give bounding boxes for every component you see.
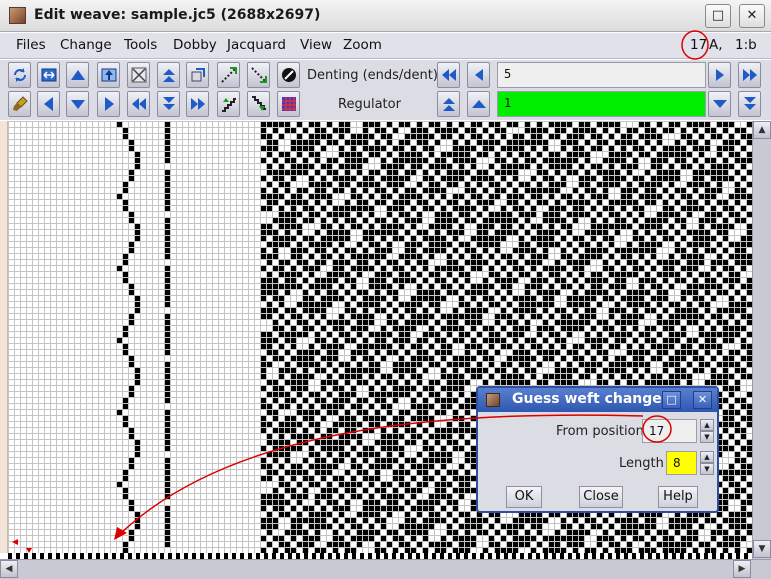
help-button[interactable]: Help xyxy=(658,486,698,508)
from-position-label: From position xyxy=(556,424,644,439)
regulator-down-icon[interactable] xyxy=(708,91,731,117)
maximize-button[interactable]: □ xyxy=(705,4,731,28)
toolbar: Denting (ends/dent) 5 Regulator 1 xyxy=(0,60,771,120)
regulator-up-icon[interactable] xyxy=(467,91,490,117)
length-up-icon[interactable]: ▲ xyxy=(700,451,714,463)
stairs-up-icon[interactable] xyxy=(217,91,240,117)
close-button[interactable]: ✕ xyxy=(739,4,765,28)
diagonal-left-icon[interactable] xyxy=(247,62,270,88)
length-input[interactable]: 8 xyxy=(666,451,697,475)
dialog-title-bar[interactable]: Guess weft change □ ✕ xyxy=(478,388,717,412)
diagonal-right-icon[interactable] xyxy=(217,62,240,88)
previous-dent-icon[interactable] xyxy=(467,62,490,88)
menu-jacquard[interactable]: Jacquard xyxy=(227,37,286,53)
expand-up-icon[interactable] xyxy=(97,62,120,88)
scroll-left-icon[interactable]: ◀ xyxy=(0,560,18,578)
scroll-up-icon[interactable]: ▲ xyxy=(753,121,771,139)
regulator-input[interactable]: 1 xyxy=(497,91,706,117)
guess-weft-change-dialog: Guess weft change □ ✕ From position 17 ▲… xyxy=(476,386,719,513)
left-ruler xyxy=(0,121,8,553)
stairs-down-icon[interactable] xyxy=(247,91,270,117)
window-title: Edit weave: sample.jc5 (2688x2697) xyxy=(34,7,321,23)
next-dent-icon[interactable] xyxy=(708,62,731,88)
app-icon xyxy=(9,7,26,24)
scroll-right-icon[interactable]: ▶ xyxy=(733,560,751,578)
regulator-first-icon[interactable] xyxy=(437,91,460,117)
refresh-icon[interactable] xyxy=(8,62,31,88)
menu-tools[interactable]: Tools xyxy=(124,37,157,53)
arrow-down-icon[interactable] xyxy=(66,91,89,117)
horizontal-scrollbar[interactable]: ◀ ▶ xyxy=(0,559,771,579)
menu-zoom[interactable]: Zoom xyxy=(343,37,382,53)
last-dent-icon[interactable] xyxy=(738,62,761,88)
length-label: Length xyxy=(619,456,664,471)
double-down-icon[interactable] xyxy=(157,91,180,117)
dialog-title: Guess weft change xyxy=(512,391,662,407)
regulator-label: Regulator xyxy=(338,97,401,112)
menu-view[interactable]: View xyxy=(300,37,332,53)
clear-grid-icon[interactable] xyxy=(127,62,150,88)
double-up-icon[interactable] xyxy=(157,62,180,88)
scroll-down-icon[interactable]: ▼ xyxy=(753,540,771,558)
brush-icon[interactable] xyxy=(8,91,31,117)
from-position-input[interactable]: 17 xyxy=(642,419,697,443)
dialog-close-action-button[interactable]: Close xyxy=(579,486,623,508)
denting-input[interactable]: 5 xyxy=(497,62,706,88)
dialog-maximize-button[interactable]: □ xyxy=(662,391,681,409)
shuffle-icon[interactable] xyxy=(186,62,209,88)
regulator-last-icon[interactable] xyxy=(738,91,761,117)
from-position-up-icon[interactable]: ▲ xyxy=(700,419,714,431)
dialog-app-icon xyxy=(486,393,500,407)
double-right-icon[interactable] xyxy=(186,91,209,117)
title-bar: Edit weave: sample.jc5 (2688x2697) □ ✕ xyxy=(0,0,771,32)
menu-bar: Files Change Tools Dobby Jacquard View Z… xyxy=(0,33,771,59)
menu-change[interactable]: Change xyxy=(60,37,112,53)
menu-dobby[interactable]: Dobby xyxy=(173,37,217,53)
status-position: 17 xyxy=(690,37,708,53)
double-left-icon[interactable] xyxy=(127,91,150,117)
color-grid-icon[interactable] xyxy=(277,91,300,117)
status-scale: 1:b xyxy=(735,37,757,53)
dialog-close-button[interactable]: ✕ xyxy=(693,391,712,409)
length-down-icon[interactable]: ▼ xyxy=(700,463,714,475)
first-dent-icon[interactable] xyxy=(437,62,460,88)
swap-horizontal-icon[interactable] xyxy=(37,62,60,88)
ok-button[interactable]: OK xyxy=(506,486,542,508)
shift-up-icon[interactable] xyxy=(66,62,89,88)
arrow-left-icon[interactable] xyxy=(37,91,60,117)
arrow-right-icon[interactable] xyxy=(97,91,120,117)
reed-icon[interactable] xyxy=(277,62,300,88)
from-position-down-icon[interactable]: ▼ xyxy=(700,431,714,443)
vertical-scrollbar[interactable]: ▲ ▼ xyxy=(752,121,771,559)
status-position-suffix: A, xyxy=(709,37,723,53)
menu-files[interactable]: Files xyxy=(16,37,46,53)
denting-label: Denting (ends/dent) xyxy=(307,68,438,83)
